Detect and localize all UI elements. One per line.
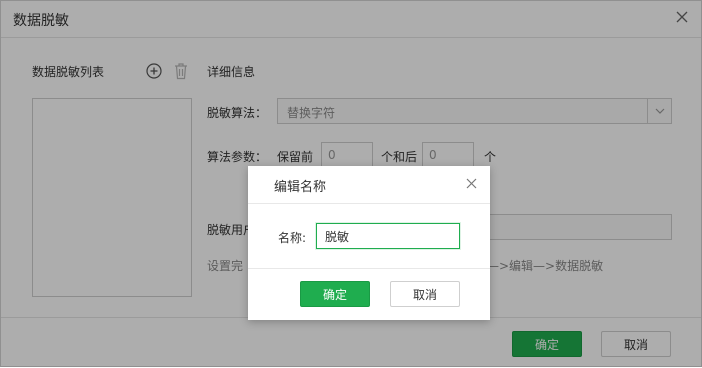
modal-header: 编辑名称	[248, 166, 490, 204]
modal-confirm-button[interactable]: 确定	[300, 281, 370, 307]
edit-name-modal: 编辑名称 名称: 确定 取消	[248, 166, 490, 320]
close-icon[interactable]	[465, 177, 478, 190]
modal-cancel-button[interactable]: 取消	[390, 281, 460, 307]
modal-title: 编辑名称	[274, 180, 327, 195]
name-input[interactable]	[316, 223, 460, 249]
modal-footer: 确定 取消	[248, 268, 490, 320]
name-label: 名称:	[278, 231, 307, 245]
